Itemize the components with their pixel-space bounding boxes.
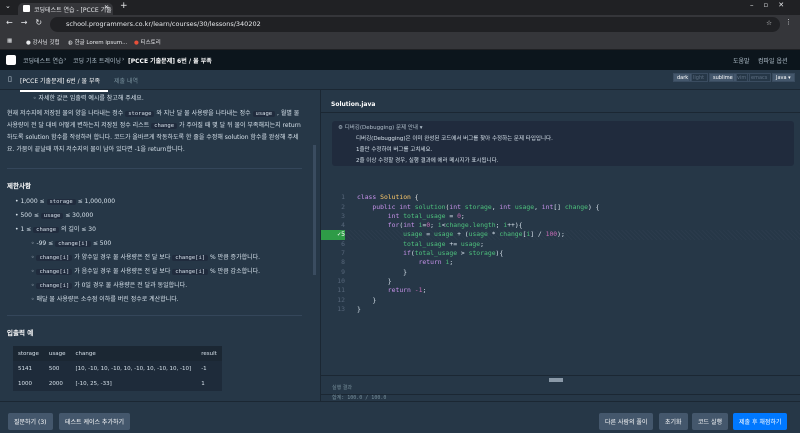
language-select[interactable]: Java ▾ bbox=[772, 73, 795, 82]
close-tab-icon[interactable]: ✕ bbox=[104, 4, 109, 11]
result-score: 합계: 100.0 / 100.0 bbox=[332, 395, 387, 401]
run-code-button[interactable]: 코드 실행 bbox=[692, 413, 728, 430]
bookmark-1[interactable]: ◍ 한글 Lorem ipsum... bbox=[68, 38, 127, 46]
description-text: 현재 저수지에 저장된 물의 양을 나타내는 정수 storage 와 지난 달… bbox=[7, 110, 301, 153]
reset-button[interactable]: 초기화 bbox=[659, 413, 688, 430]
star-icon[interactable]: ☆ bbox=[766, 19, 772, 27]
note: ◦ 자세한 값은 입출력 예시를 참고해 주세요. bbox=[33, 95, 144, 102]
result-label: 실행 결과 bbox=[332, 385, 352, 391]
bookmark-2[interactable]: ● 티스토리 bbox=[134, 38, 161, 46]
problem-header: ▯ [PCCE 기출문제] 6번 / 물 부족 제출 내역 dark light… bbox=[0, 70, 800, 90]
constraints-title: 제한사항 bbox=[7, 182, 31, 190]
window-controls[interactable]: –▫✕ bbox=[750, 1, 794, 9]
bottom-bar: 질문하기 (3) 테스트 케이스 추가하기 다른 사람의 풀이 초기화 코드 실… bbox=[0, 401, 800, 433]
nav-arrows-icon[interactable]: ←→↻ bbox=[6, 18, 50, 27]
examples-table: storage usage change result 5141 500 [10, -10… bbox=[13, 346, 222, 391]
apps-icon[interactable]: ▦ bbox=[7, 38, 12, 44]
breadcrumb-sep: › bbox=[64, 56, 67, 63]
favicon-icon bbox=[23, 5, 30, 12]
constraints-list: • 1,000 ≤ storage ≤ 1,000,000 • 500 ≤ us… bbox=[15, 198, 261, 303]
file-name: Solution.java bbox=[331, 101, 376, 108]
editor-panel: Solution.java ⚙ 디버깅(Debugging) 문제 안내 ▾ 디… bbox=[320, 90, 800, 401]
submissions-tab[interactable]: 제출 내역 bbox=[114, 76, 138, 85]
bookmark-0[interactable]: ● 강사님 깃헙 bbox=[26, 38, 60, 46]
bug-icon: ⚙ bbox=[338, 125, 343, 131]
submit-button[interactable]: 제출 후 채점하기 bbox=[733, 413, 788, 430]
browser-tab-bar: ⌄ 코딩테스트 연습 - [PCCE 기출 ✕ + –▫✕ bbox=[0, 0, 800, 15]
help-link[interactable]: 도움말 bbox=[733, 56, 750, 65]
breadcrumb-1[interactable]: 코딩 기초 트레이닝 bbox=[73, 56, 121, 65]
breadcrumb-sep: › bbox=[122, 56, 125, 63]
bookmarks-bar: ▦ ● 강사님 깃헙 ◍ 한글 Lorem ipsum... ● 티스토리 bbox=[0, 34, 800, 50]
tab-list-icon[interactable]: ⌄ bbox=[5, 2, 11, 10]
add-test-case-button[interactable]: 테스트 케이스 추가하기 bbox=[59, 413, 131, 430]
tab-title: 코딩테스트 연습 - [PCCE 기출 bbox=[34, 7, 112, 14]
site-nav: 코딩테스트 연습 › 코딩 기초 트레이닝 › [PCCE 기출문제] 6번 /… bbox=[0, 50, 800, 70]
modified-line-marker: ✓5 bbox=[321, 230, 345, 240]
programmers-logo-icon[interactable] bbox=[6, 55, 16, 65]
scrollbar[interactable] bbox=[313, 145, 316, 275]
ask-question-button[interactable]: 질문하기 (3) bbox=[8, 413, 53, 430]
code-editor[interactable]: 1 class Solution {2 public int solution(i… bbox=[321, 184, 800, 333]
url-input[interactable]: school.programmers.co.kr/learn/courses/3… bbox=[50, 17, 780, 32]
breadcrumb-2: [PCCE 기출문제] 6번 / 물 부족 bbox=[128, 58, 212, 65]
theme-light[interactable]: light bbox=[689, 73, 709, 82]
url-text: school.programmers.co.kr/learn/courses/3… bbox=[66, 20, 261, 28]
keymap-emacs[interactable]: emacs bbox=[747, 73, 772, 82]
breadcrumb-0[interactable]: 코딩테스트 연습 bbox=[23, 56, 64, 65]
problem-description: ◦ 자세한 값은 입출력 예시를 참고해 주세요. 현재 저수지에 저장된 물의… bbox=[0, 90, 318, 401]
debug-guide: ⚙ 디버깅(Debugging) 문제 안내 ▾ 디버깅(Debugging)은… bbox=[332, 121, 794, 166]
table-row: 1000 2000 [-10, 25, -33] 1 bbox=[18, 380, 205, 387]
resize-handle[interactable] bbox=[549, 378, 563, 382]
browser-tab[interactable]: 코딩테스트 연습 - [PCCE 기출 ✕ bbox=[18, 3, 113, 15]
compile-options-link[interactable]: 컴파일 옵션 bbox=[758, 56, 788, 65]
bookmark-icon[interactable]: ▯ bbox=[8, 75, 12, 83]
debug-guide-toggle[interactable]: ⚙ 디버깅(Debugging) 문제 안내 ▾ bbox=[332, 121, 794, 134]
new-tab-icon[interactable]: + bbox=[120, 1, 128, 11]
address-bar-row: ←→↻ school.programmers.co.kr/learn/cours… bbox=[0, 15, 800, 34]
problem-title: [PCCE 기출문제] 6번 / 물 부족 bbox=[20, 78, 101, 85]
table-row: 5141 500 [10, -10, 10, -10, 10, -10, 10, -… bbox=[18, 365, 207, 372]
examples-title: 입출력 예 bbox=[7, 329, 34, 337]
menu-icon[interactable]: ⋮ bbox=[785, 18, 792, 26]
other-solutions-button[interactable]: 다른 사람의 풀이 bbox=[599, 413, 654, 430]
